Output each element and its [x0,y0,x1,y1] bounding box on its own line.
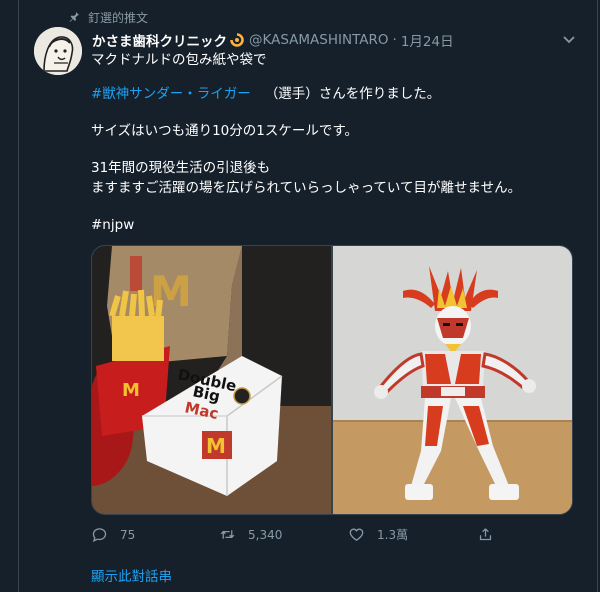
tweet-media: M M Double Big Mac M [91,245,573,515]
retweet-icon [219,526,236,543]
svg-text:M: M [122,380,140,401]
tweet-line-1: マクドナルドの包み紙や袋で [91,52,267,68]
photo-mcdonalds-items[interactable]: M M Double Big Mac M [92,246,331,514]
separator-dot: · [392,32,397,48]
share-icon [477,526,494,543]
hashtag-njpw[interactable]: #njpw [91,215,134,236]
tweet-line-2-text: （選手）さんを作りました。 [264,86,441,102]
photo-liger-figure[interactable] [333,246,572,514]
tweet-line-2: #獣神サンダー・ライガー （選手）さんを作りました。 [91,84,440,105]
like-button[interactable]: 1.3萬 [348,526,408,543]
svg-text:M: M [206,434,226,458]
reply-count: 75 [120,527,136,542]
share-button[interactable] [477,526,494,543]
tweet-header: かさま歯科クリニック @KASAMASHINTARO · 1月24日 [92,30,454,50]
show-thread-link[interactable]: 顯示此對話串 [91,565,172,585]
retweet-button[interactable]: 5,340 [219,526,282,543]
display-name[interactable]: かさま歯科クリニック [92,30,227,50]
like-count: 1.3萬 [377,528,409,542]
reply-icon [91,526,108,543]
tweet-date[interactable]: 1月24日 [401,30,454,50]
tooth-emoji-icon [230,33,244,47]
reply-button[interactable]: 75 [91,526,135,543]
user-handle[interactable]: @KASAMASHINTARO [249,32,389,48]
retweet-count: 5,340 [248,527,283,542]
tweet-line-4: 31年間の現役生活の引退後も [91,160,271,176]
tweet-line-5: ますますご活躍の場を広げられていらっしゃっていて目が離せません。 [91,180,522,196]
tweet-line-3: サイズはいつも通り10分の1スケールです。 [91,123,359,139]
heart-icon [348,526,365,543]
more-icon[interactable] [560,30,578,48]
hashtag-liger[interactable]: #獣神サンダー・ライガー [91,86,251,102]
tweet-actions: 75 5,340 1.3萬 [91,526,561,546]
pinned-indicator: 釘選的推文 [68,8,148,26]
pinned-label: 釘選的推文 [88,10,149,25]
pin-icon [68,11,80,23]
avatar[interactable] [34,27,82,75]
